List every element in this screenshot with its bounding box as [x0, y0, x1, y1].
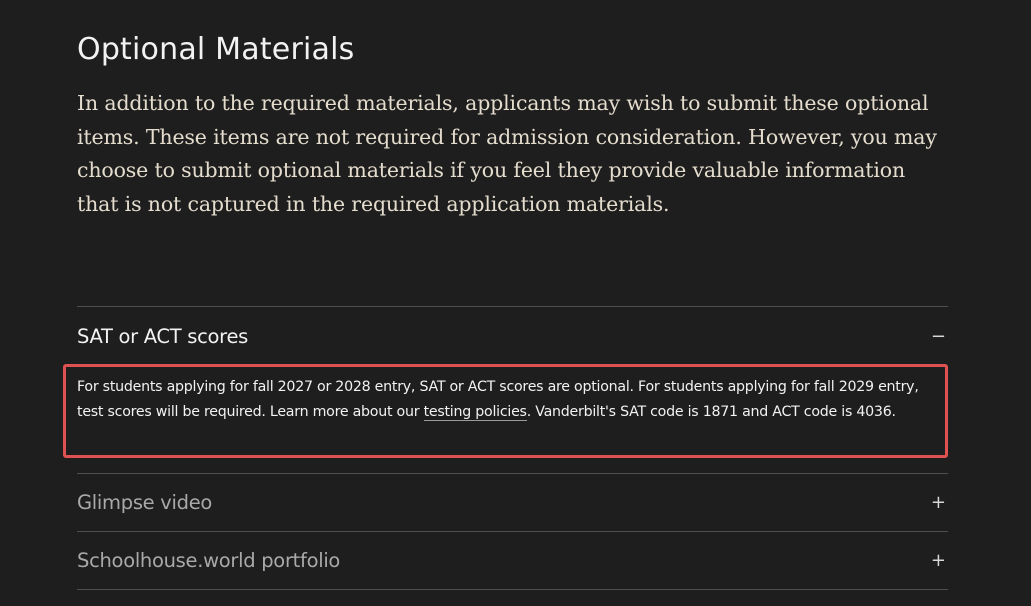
- testing-policies-link[interactable]: testing policies: [423, 403, 527, 421]
- accordion-header-glimpse-video[interactable]: Glimpse video +: [77, 474, 948, 531]
- accordion-divider: [77, 589, 948, 590]
- intro-paragraph: In addition to the required materials, a…: [77, 91, 937, 217]
- accordion-header-sat-act[interactable]: SAT or ACT scores −: [77, 307, 948, 365]
- panel-text-part: . Vanderbilt's SAT code is 1871 and ACT …: [526, 403, 896, 420]
- accordion: SAT or ACT scores − For students applyin…: [63, 306, 949, 590]
- accordion-title: Glimpse video: [77, 491, 213, 514]
- expand-icon[interactable]: +: [926, 492, 946, 513]
- accordion-header-schoolhouse-portfolio[interactable]: Schoolhouse.world portfolio +: [77, 532, 948, 589]
- collapse-icon[interactable]: −: [926, 326, 946, 347]
- expand-icon[interactable]: +: [926, 550, 946, 571]
- accordion-panel-sat-act: For students applying for fall 2027 or 2…: [63, 364, 949, 473]
- section-title: Optional Materials: [77, 32, 355, 67]
- accordion-title: SAT or ACT scores: [77, 324, 249, 348]
- accordion-panel-text: For students applying for fall 2027 or 2…: [77, 375, 949, 424]
- accordion-title: Schoolhouse.world portfolio: [77, 549, 341, 572]
